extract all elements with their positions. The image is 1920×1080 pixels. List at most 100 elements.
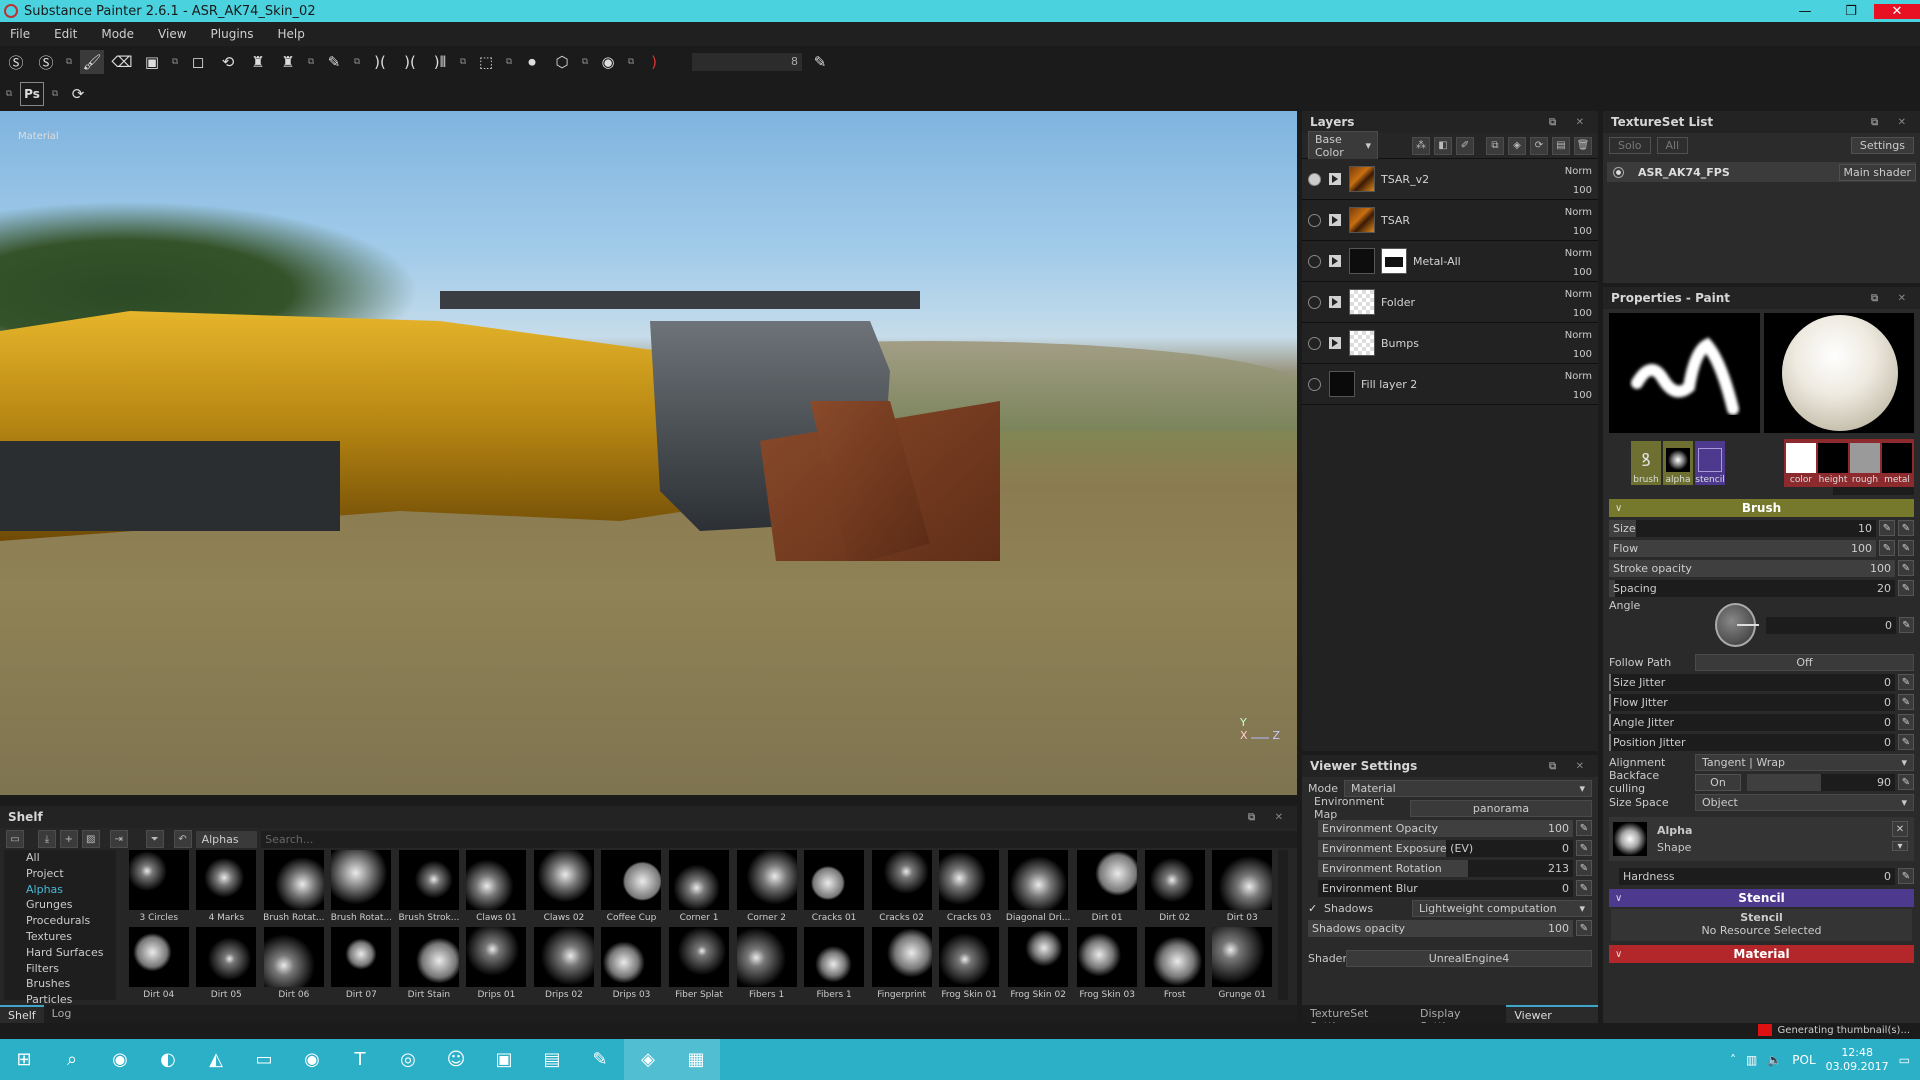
pen-pressure-icon[interactable]: ✎ — [1879, 520, 1895, 536]
shelf-category-grunges[interactable]: Grunges — [4, 897, 116, 913]
export-icon[interactable]: ⇥ — [109, 830, 128, 848]
detach-icon[interactable]: ⧉ — [580, 50, 590, 74]
shelf-item[interactable]: Fingerprint — [871, 927, 933, 1000]
angle-wheel[interactable] — [1714, 603, 1760, 647]
add-folder-icon[interactable]: ▤ — [1552, 136, 1570, 155]
layer-blend-mode[interactable]: Norm — [1565, 285, 1592, 304]
expand-folder-icon[interactable] — [1329, 337, 1341, 349]
shader-selector[interactable]: UnrealEngine4 — [1346, 949, 1592, 967]
search-icon[interactable]: ⌕ — [48, 1039, 96, 1080]
filter-icon[interactable]: ⏷ — [145, 830, 164, 848]
environment-blur-slider[interactable]: Environment Blur 0 — [1318, 879, 1573, 897]
symmetry-radial-icon[interactable]: )⦀ — [428, 50, 452, 74]
layer-opacity[interactable]: 100 — [1565, 345, 1592, 364]
angle-jitter-slider[interactable]: Angle Jitter 0 — [1609, 713, 1895, 731]
shadows-mode-dropdown[interactable]: Lightweight computation ▾ — [1412, 899, 1592, 917]
projection-icon[interactable]: ▣ — [140, 50, 164, 74]
layer-row[interactable]: Folder Norm 100 — [1302, 282, 1598, 323]
channel-color[interactable]: color — [1786, 441, 1816, 485]
pen-pressure-icon[interactable]: ✎ — [808, 50, 832, 74]
expand-folder-icon[interactable] — [1329, 173, 1341, 185]
textureset-radio[interactable] — [1613, 166, 1624, 178]
twitch-icon[interactable]: ▣ — [480, 1039, 528, 1080]
pen-pressure-icon[interactable]: ✎ — [1899, 617, 1914, 633]
tab-log[interactable]: Log — [44, 1005, 80, 1023]
layer-blend-mode[interactable]: Norm — [1565, 162, 1592, 181]
size-jitter-slider[interactable]: Size Jitter 0 — [1609, 673, 1895, 691]
symmetry-icon[interactable]: )( — [368, 50, 392, 74]
channel-rough[interactable]: rough — [1850, 441, 1880, 485]
shelf-item[interactable]: 4 Marks — [196, 850, 258, 923]
shelf-item[interactable]: Dirt 02 — [1144, 850, 1206, 923]
start-icon[interactable]: ⊞ — [0, 1039, 48, 1080]
paint-brush-icon[interactable]: 🖌 — [80, 50, 104, 74]
layer-row[interactable]: Fill layer 2 Norm 100 — [1302, 364, 1598, 405]
env-map-selector[interactable]: panorama — [1410, 799, 1592, 817]
shadows-opacity-slider[interactable]: Shadows opacity 100 — [1308, 919, 1573, 937]
add-layer-icon[interactable]: ⧉ — [1486, 136, 1504, 155]
shelf-item[interactable]: Dirt 04 — [128, 927, 190, 1000]
reset-filter-icon[interactable]: ↶ — [173, 830, 192, 848]
detach-icon[interactable]: ⧉ — [170, 50, 180, 74]
maximize-button[interactable]: ❐ — [1828, 4, 1874, 19]
environment-opacity-slider[interactable]: Environment Opacity 100 — [1318, 819, 1573, 837]
channel-dropdown[interactable]: Base Color ▾ — [1308, 130, 1378, 161]
hardness-slider[interactable]: Hardness 0 — [1619, 867, 1895, 885]
environment-exposure-ev--slider[interactable]: Environment Exposure (EV) 0 — [1318, 839, 1573, 857]
add-generator-icon[interactable]: ⟳ — [1530, 136, 1548, 155]
network-icon[interactable]: ▥ — [1746, 1053, 1757, 1067]
size-slider[interactable]: Size 10 — [1609, 519, 1876, 537]
tab-shelf[interactable]: Shelf — [0, 1005, 44, 1023]
channel-height[interactable]: height — [1818, 441, 1848, 485]
material-section-header[interactable]: ∨ Material — [1609, 945, 1914, 963]
shelf-category-hard-surfaces[interactable]: Hard Surfaces — [4, 945, 116, 961]
backface-toggle[interactable]: On — [1695, 773, 1741, 791]
shelf-item[interactable]: Cracks 02 — [871, 850, 933, 923]
pen-pressure-icon[interactable]: ✎ — [1898, 774, 1914, 790]
pen-pressure-icon[interactable]: ✎ — [1898, 734, 1914, 750]
tab-display-settings[interactable]: Display Settings — [1412, 1005, 1506, 1033]
layer-blend-mode[interactable]: Norm — [1565, 367, 1592, 386]
brush-size-slider[interactable]: 8 — [692, 53, 802, 71]
shelf-item[interactable]: Drips 03 — [601, 927, 663, 1000]
alpha-resource[interactable]: Alpha Shape ✕ ▾ — [1609, 817, 1914, 861]
clock[interactable]: 12:48 03.09.2017 — [1826, 1046, 1889, 1074]
lighting-icon[interactable]: ) — [642, 50, 666, 74]
shelf-category-brushes[interactable]: Brushes — [4, 976, 116, 992]
shelf-item[interactable]: Corner 1 — [668, 850, 730, 923]
backface-angle-slider[interactable]: 90 — [1747, 773, 1895, 791]
shelf-item[interactable]: Fiber Splat — [668, 927, 730, 1000]
shelf-item[interactable]: Diagonal Dri... — [1006, 850, 1070, 923]
shelf-item[interactable]: Frog Skin 03 — [1076, 927, 1138, 1000]
substance-source-icon[interactable]: Ⓢ — [34, 50, 58, 74]
folder-icon[interactable]: ▭ — [6, 830, 24, 848]
channel-scrollbar[interactable] — [1833, 487, 1914, 495]
detach-icon[interactable]: ⧉ — [352, 50, 362, 74]
pen-pressure-icon[interactable]: ✎ — [1898, 674, 1914, 690]
shelf-item[interactable]: Claws 02 — [533, 850, 595, 923]
shelf-item[interactable]: Brush Rotat... — [263, 850, 325, 923]
shelf-category-all[interactable]: All — [4, 850, 116, 866]
volume-icon[interactable]: 🔈 — [1767, 1053, 1782, 1067]
chip-stencil[interactable]: stencil — [1695, 441, 1725, 485]
remove-alpha-icon[interactable]: ✕ — [1892, 821, 1908, 837]
detach-icon[interactable]: ⧉ — [4, 82, 14, 106]
shelf-item[interactable]: Dirt 07 — [331, 927, 393, 1000]
chip-brush[interactable]: ꝸ brush — [1631, 441, 1661, 485]
layer-blend-info[interactable]: Norm 100 — [1565, 244, 1592, 282]
menu-mode[interactable]: Mode — [101, 27, 134, 41]
shelf-item[interactable]: Fibers 1 — [736, 927, 798, 1000]
language-indicator[interactable]: POL — [1792, 1053, 1815, 1067]
channel-metal[interactable]: metal — [1882, 441, 1912, 485]
solo-button[interactable]: Solo — [1609, 137, 1651, 154]
flow-jitter-slider[interactable]: Flow Jitter 0 — [1609, 693, 1895, 711]
mode-dropdown[interactable]: Material ▾ — [1344, 779, 1592, 797]
delete-folder-icon[interactable]: ▨ — [81, 830, 100, 848]
shelf-item[interactable]: 3 Circles — [128, 850, 190, 923]
detach-icon[interactable]: ⧉ — [626, 50, 636, 74]
panel-controls[interactable]: ⧉ ✕ — [1871, 117, 1914, 128]
layer-blend-info[interactable]: Norm 100 — [1565, 203, 1592, 241]
detach-icon[interactable]: ⧉ — [306, 50, 316, 74]
notepad-icon[interactable]: ✎ — [576, 1039, 624, 1080]
pen-pressure-icon[interactable]: ✎ — [1898, 714, 1914, 730]
